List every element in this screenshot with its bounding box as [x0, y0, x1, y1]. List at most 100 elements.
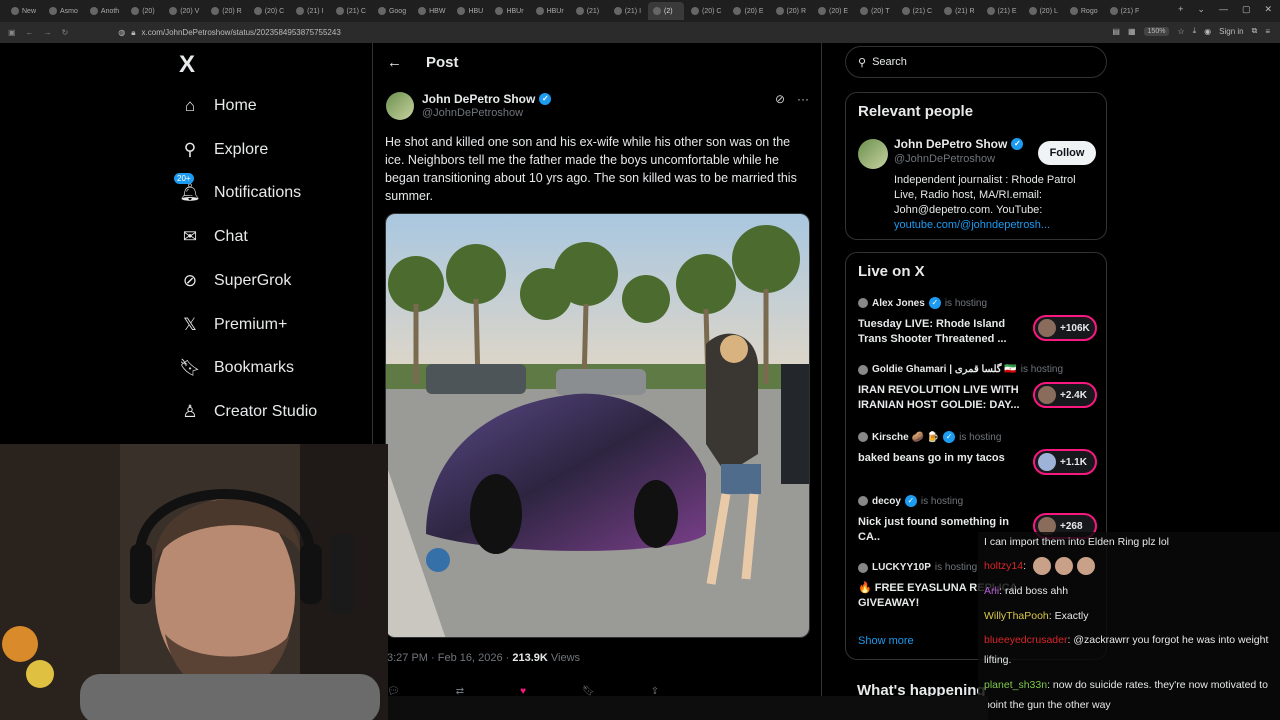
browser-tab[interactable]: (21) [571, 2, 607, 20]
maximize-icon[interactable]: ▢ [1242, 4, 1251, 15]
browser-tab[interactable]: HBU [452, 2, 488, 20]
tab-list-icon[interactable]: ⌄ [1197, 4, 1205, 15]
reload-icon[interactable]: ↻ [62, 28, 69, 37]
browser-tab[interactable]: (21) C [331, 2, 371, 20]
tab-favicon-icon [377, 7, 386, 15]
stream-chat-overlay: I can import them into Elden Ring plz lo… [978, 532, 1280, 720]
account-icon[interactable]: ◉ [1204, 27, 1211, 36]
screenshot-icon[interactable]: ▦ [1128, 27, 1136, 36]
browser-tab[interactable]: New [6, 2, 42, 20]
browser-tab[interactable]: (21) E [982, 2, 1022, 20]
browser-tab[interactable]: (20) L [1024, 2, 1063, 20]
post-image[interactable] [385, 213, 810, 638]
nav-bookmarks[interactable]: 🔖︎ Bookmarks [179, 358, 294, 378]
extensions-icon[interactable]: ⧉ [1252, 26, 1258, 36]
star-icon[interactable]: ☆ [1177, 27, 1184, 36]
browser-tab[interactable]: HBUr [490, 2, 528, 20]
nav-explore[interactable]: ⚲ Explore [180, 140, 268, 160]
download-icon[interactable]: ⤓ [1193, 26, 1197, 36]
tab-favicon-icon [253, 7, 262, 15]
nav-creator-studio[interactable]: ♙ Creator Studio [180, 402, 317, 422]
chat-username[interactable]: Arli [984, 585, 999, 597]
chat-username[interactable]: planet_sh33n [984, 679, 1047, 691]
chat-username[interactable]: WillyThaPooh [984, 610, 1049, 622]
browser-tab[interactable]: HBUr [531, 2, 569, 20]
url-field[interactable]: ◍ 🔒︎ x.com/JohnDePetroshow/status/202358… [118, 28, 341, 38]
live-item[interactable]: Goldie Ghamari | گلسا قمری 🇮🇷 is hosting … [858, 364, 1098, 413]
nav-notifications[interactable]: 🔔︎ 20+ Notifications [174, 173, 301, 203]
menu-icon[interactable]: ≡ [1265, 27, 1270, 36]
live-item[interactable]: Alex Jones ✓ is hosting Tuesday LIVE: Rhod… [858, 297, 1098, 347]
browser-tab[interactable]: (20) V [164, 2, 204, 20]
live-listeners-pill[interactable]: +106K [1033, 315, 1097, 341]
tab-favicon-icon [495, 7, 504, 15]
chat-text: raid boss ahh [1005, 585, 1069, 597]
bio-link[interactable]: youtube.com/@johndepetrosh... [894, 219, 1050, 231]
person-handle[interactable]: @JohnDePetroshow [894, 153, 995, 165]
chat-username[interactable]: blueeyedcrusader [984, 634, 1067, 646]
live-item[interactable]: Kirsche 🥔 🍺 ✓ is hosting baked beans go in… [858, 431, 1098, 475]
post-time[interactable]: 3:27 PM · Feb 16, 2026 · [387, 652, 512, 664]
live-listeners-pill[interactable]: +2.4K [1033, 382, 1097, 408]
grok-explain-icon[interactable]: ⊘ [775, 92, 785, 106]
browser-tab-label: (21) F [1120, 7, 1140, 15]
close-window-icon[interactable]: ✕ [1264, 4, 1272, 15]
browser-tab-label: (20) C [264, 7, 285, 15]
browser-tab[interactable]: Anoth [85, 2, 124, 20]
reader-icon[interactable]: ▤ [1112, 27, 1120, 36]
browser-tab[interactable]: HBW [413, 2, 450, 20]
browser-tab[interactable]: (20) E [813, 2, 853, 20]
browser-tab-label: (21) R [955, 7, 975, 15]
follow-button[interactable]: Follow [1038, 141, 1096, 165]
browser-tab[interactable]: (21) I [291, 2, 328, 20]
browser-tab[interactable]: (20) T [855, 2, 895, 20]
browser-tab[interactable]: (2) [648, 2, 685, 20]
nav-chat[interactable]: ✉ Chat [180, 227, 248, 247]
zoom-level[interactable]: 150% [1143, 26, 1170, 36]
lock-icon: 🔒︎ [131, 27, 136, 37]
author-handle[interactable]: @JohnDePetroshow [422, 106, 551, 120]
new-tab-icon[interactable]: + [1178, 4, 1183, 15]
more-options-icon[interactable]: ··· [797, 92, 809, 106]
browser-tab[interactable]: (21) I [609, 2, 646, 20]
hosting-label: is hosting [959, 431, 1002, 443]
chat-username[interactable]: holtzy14 [984, 560, 1023, 572]
avatar[interactable] [386, 92, 414, 120]
browser-tab[interactable]: (20) C [686, 2, 726, 20]
minimize-icon[interactable]: — [1219, 4, 1228, 15]
browser-tab[interactable]: (21) F [1105, 2, 1145, 20]
chat-text: I can import them into Elden Ring plz lo… [984, 536, 1170, 548]
sign-in-link[interactable]: Sign in [1219, 27, 1243, 36]
listener-avatar [1038, 386, 1056, 404]
browser-tab[interactable]: (20) R [771, 2, 811, 20]
tab-favicon-icon [860, 7, 869, 15]
x-logo[interactable]: X [179, 51, 195, 79]
nav-home[interactable]: ⌂ Home [180, 96, 257, 116]
browser-tab[interactable]: Goog [373, 2, 411, 20]
show-more-link[interactable]: Show more [858, 635, 914, 647]
browser-tab[interactable]: Asmo [44, 2, 83, 20]
avatar[interactable] [858, 139, 888, 169]
browser-tab[interactable]: Rogo [1065, 2, 1103, 20]
browser-tab[interactable]: (20) C [249, 2, 289, 20]
author-name[interactable]: John DePetro Show [422, 92, 535, 106]
browser-tab[interactable]: (20) R [206, 2, 246, 20]
back-arrow-icon[interactable]: ← [387, 54, 402, 71]
sidebar-toggle-icon[interactable]: ▣ [8, 28, 16, 37]
search-input[interactable]: ⚲ Search [845, 46, 1107, 78]
post-author[interactable]: John DePetro Show ✓ @JohnDePetroshow [386, 92, 552, 120]
back-icon[interactable]: ← [26, 28, 34, 37]
live-listeners-pill[interactable]: +1.1K [1033, 449, 1097, 475]
browser-tab[interactable]: (21) R [939, 2, 979, 20]
x-icon: 𝕏 [183, 315, 197, 334]
browser-tab[interactable]: (21) C [897, 2, 937, 20]
tab-favicon-icon [335, 7, 344, 15]
forward-icon[interactable]: → [44, 28, 52, 37]
person-name[interactable]: John DePetro Show [894, 137, 1007, 151]
nav-premium[interactable]: 𝕏 Premium+ [180, 315, 287, 335]
grok-icon: ⊘ [182, 271, 198, 290]
browser-tab[interactable]: (20) E [728, 2, 768, 20]
host-avatar [858, 496, 868, 506]
browser-tab[interactable]: (20) [126, 2, 162, 20]
nav-supergrok[interactable]: ⊘ SuperGrok [180, 271, 292, 291]
